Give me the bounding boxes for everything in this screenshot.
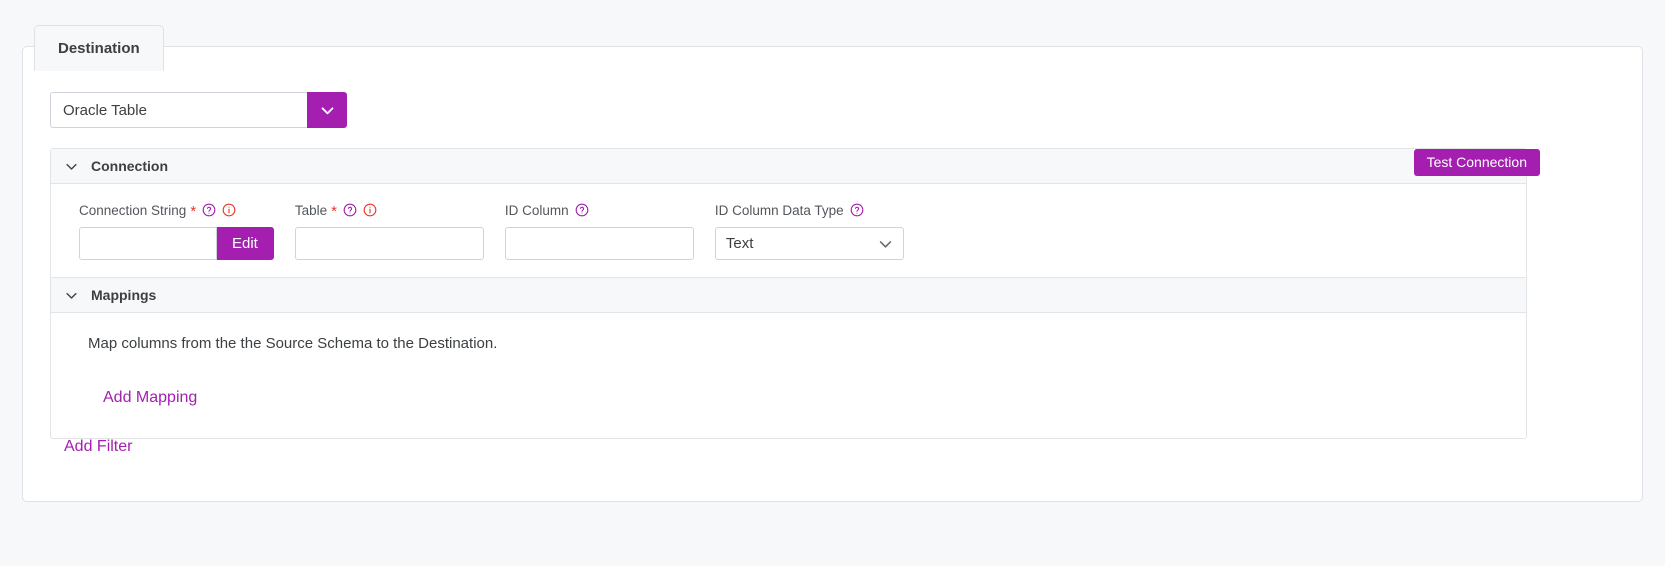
- field-id-column-data-type-label: ID Column Data Type: [715, 202, 904, 218]
- tab-strip: Destination: [34, 25, 164, 71]
- add-filter-button[interactable]: Add Filter: [64, 438, 132, 456]
- connection-section-title: Connection: [91, 158, 168, 174]
- field-id-column-label-text: ID Column: [504, 202, 569, 218]
- connection-fields-row: Connection String * Edit Table * ID Colu…: [79, 202, 1498, 260]
- test-connection-button[interactable]: Test Connection: [1413, 149, 1540, 176]
- connection-string-input-group: Edit: [79, 227, 274, 260]
- mappings-section-header[interactable]: Mappings: [51, 278, 1526, 313]
- chevron-down-icon: [66, 292, 77, 299]
- connection-section-header[interactable]: Connection Test Connection: [51, 149, 1540, 184]
- info-circle-icon[interactable]: [363, 203, 377, 217]
- field-id-column-label: ID Column: [505, 202, 694, 218]
- field-table-label: Table *: [294, 202, 484, 220]
- field-id-column: ID Column: [504, 202, 694, 260]
- required-marker: *: [331, 202, 337, 220]
- chevron-down-icon: [66, 163, 77, 170]
- connection-string-edit-button[interactable]: Edit: [217, 227, 274, 260]
- field-connection-string-label-text: Connection String: [79, 202, 187, 218]
- question-circle-icon[interactable]: [850, 203, 864, 217]
- question-circle-icon[interactable]: [575, 203, 589, 217]
- field-connection-string-label: Connection String *: [79, 202, 274, 220]
- tab-destination[interactable]: Destination: [34, 25, 164, 71]
- id-column-input-group: [504, 227, 694, 260]
- table-input[interactable]: [294, 227, 484, 260]
- required-marker: *: [190, 202, 197, 220]
- destination-config-page: Destination Oracle Table Connection Test…: [0, 0, 1665, 566]
- id-column-data-type-select[interactable]: Text: [714, 227, 904, 260]
- connection-section: Connection Test Connection Connection St…: [50, 148, 1540, 285]
- info-circle-icon[interactable]: [222, 203, 236, 217]
- connection-string-input[interactable]: [79, 227, 217, 260]
- field-id-column-data-type-label-text: ID Column Data Type: [714, 202, 844, 218]
- destination-panel: Oracle Table Connection Test Connection: [22, 46, 1643, 502]
- question-circle-icon[interactable]: [202, 203, 216, 217]
- destination-type-dropdown-button[interactable]: [307, 92, 347, 128]
- tab-destination-label: Destination: [58, 39, 140, 57]
- destination-type-select[interactable]: Oracle Table: [50, 92, 347, 128]
- field-id-column-data-type: ID Column Data Type Text: [714, 202, 904, 260]
- question-circle-icon[interactable]: [343, 203, 357, 217]
- field-connection-string: Connection String * Edit: [79, 202, 274, 260]
- mappings-description: Map columns from the the Source Schema t…: [88, 335, 498, 352]
- add-mapping-button[interactable]: Add Mapping: [51, 388, 203, 408]
- mappings-section: Mappings Map columns from the the Source…: [50, 277, 1527, 439]
- field-table-label-text: Table: [294, 202, 328, 218]
- destination-type-value[interactable]: Oracle Table: [50, 92, 307, 128]
- field-table: Table *: [294, 202, 484, 260]
- mappings-section-body: Map columns from the the Source Schema t…: [51, 313, 1526, 438]
- mappings-section-title: Mappings: [91, 287, 157, 303]
- id-column-data-type-value[interactable]: Text: [714, 227, 904, 260]
- connection-fields-body: Connection String * Edit Table * ID Colu…: [51, 184, 1526, 284]
- table-input-group: [294, 227, 484, 260]
- chevron-down-icon: [321, 106, 333, 114]
- id-column-input[interactable]: [504, 227, 694, 260]
